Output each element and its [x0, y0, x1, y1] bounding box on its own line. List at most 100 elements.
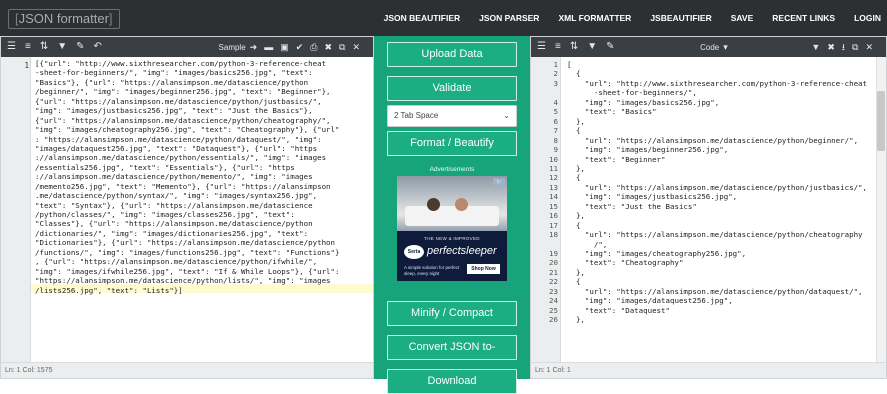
repair-icon[interactable]: ✎	[606, 37, 614, 57]
validate-button[interactable]: Validate	[387, 76, 517, 101]
code-text: },	[567, 211, 585, 221]
output-code-area[interactable]: 1[2 {3 "url": "http://www.sixthresearche…	[549, 57, 876, 362]
nav-jsbeautifier[interactable]: JSBEAUTIFIER	[650, 13, 711, 23]
code-text: "url": "https://alansimpson.me/datascien…	[567, 230, 863, 240]
save-file-icon[interactable]: ▣	[280, 37, 289, 57]
fullscreen-icon[interactable]: ✕	[352, 37, 360, 57]
collapse-lines-icon[interactable]: ≡	[25, 37, 31, 57]
line-number: 26	[549, 315, 558, 325]
print-icon[interactable]: ⎙	[310, 37, 317, 57]
clear-icon[interactable]: ✖	[324, 37, 332, 57]
code-text: "url": "https://alansimpson.me/datascien…	[567, 135, 859, 145]
expand-lines-icon[interactable]: ☰	[7, 37, 16, 57]
nav-json-beautifier[interactable]: JSON BEAUTIFIER	[384, 13, 461, 23]
code-line: , {"url": "https://alansimpson.me/datasc…	[35, 257, 318, 267]
sample-label[interactable]: Sample	[219, 43, 246, 52]
indent-select[interactable]: 2 Tab Space ⌄	[387, 105, 517, 127]
output-editor-toolbar: ☰ ≡ ⇅ ▼ ✎ Code ▾ ▼ ✖ ⭳ ⧉ ✕	[531, 37, 886, 57]
view-mode-select[interactable]: Code	[700, 43, 719, 52]
code-line: 2 {	[554, 69, 876, 79]
input-json-text[interactable]: [{"url": "http://www.sixthresearcher.com…	[35, 59, 371, 295]
nav-recent-links[interactable]: RECENT LINKS	[772, 13, 835, 23]
expand-lines-icon[interactable]: ☰	[537, 37, 546, 57]
ad-body-text: A simple solution for perfect sleep, eve…	[404, 265, 460, 276]
code-line: {"url": "https://alansimpson.me/datascie…	[35, 96, 322, 106]
upload-data-button[interactable]: Upload Data	[387, 42, 517, 67]
output-scrollbar-thumb[interactable]	[877, 91, 885, 151]
input-editor-panel: ☰ ≡ ⇅ ▼ ✎ ↶ Sample ➜ ▬ ▣ ✔ ⎙ ✖ ⧉ ✕ 1 [{"…	[0, 36, 374, 379]
code-line: "img": "images/ifwhile256.jpg", "text": …	[35, 266, 340, 276]
output-editor-panel: ☰ ≡ ⇅ ▼ ✎ Code ▾ ▼ ✖ ⭳ ⧉ ✕ 1[2 {3 "url":…	[530, 36, 887, 379]
ad-brand-name: perfectsleeper	[427, 245, 497, 257]
code-text: "text": "Basics"	[567, 107, 657, 117]
repair-icon[interactable]: ✎	[76, 37, 84, 57]
code-text: {	[567, 126, 581, 136]
ad-choices-icon[interactable]: ▷	[493, 178, 505, 186]
code-line: 12 {	[549, 173, 876, 182]
sample-arrow-icon[interactable]: ➜	[250, 37, 258, 57]
nav-save[interactable]: SAVE	[731, 13, 754, 23]
ad-headline: THE NEW & IMPROVED	[424, 236, 480, 241]
site-logo[interactable]: [JSON formatter]	[8, 9, 120, 29]
ad-shop-now-button[interactable]: Shop Now	[467, 264, 500, 274]
minify-compact-button[interactable]: Minify / Compact	[387, 301, 517, 326]
code-line: /functions/", "img": "images/functions25…	[35, 247, 340, 257]
chevron-down-icon[interactable]: ▾	[723, 37, 728, 57]
code-line: 11 },	[549, 163, 876, 173]
code-text: {	[567, 277, 581, 287]
output-scrollbar[interactable]	[876, 57, 886, 362]
code-line: 20 "text": "Cheatography"	[549, 258, 876, 267]
line-number: 24	[549, 296, 558, 306]
input-code-area[interactable]: [{"url": "http://www.sixthresearcher.com…	[31, 57, 373, 362]
filter-icon[interactable]: ▼	[57, 37, 67, 57]
line-number: 2	[553, 69, 558, 79]
sort-icon[interactable]: ⇅	[40, 37, 48, 57]
code-line: 13 "url": "https://alansimpson.me/datasc…	[549, 183, 876, 192]
sort-icon[interactable]: ⇅	[570, 37, 578, 57]
code-text: "img": "images/beginner256.jpg",	[567, 145, 729, 155]
code-text: {	[567, 69, 581, 79]
format-beautify-button[interactable]: Format / Beautify	[387, 131, 517, 156]
copy-icon[interactable]: ⧉	[852, 37, 858, 57]
code-text: "url": "http://www.sixthresearcher.com/p…	[567, 78, 868, 88]
advertisement-banner[interactable]: ▷ THE NEW & IMPROVED Serta perfectsleepe…	[397, 176, 507, 281]
line-number: 20	[549, 258, 558, 268]
ad-brand-logo: Serta	[404, 245, 424, 259]
convert-json-button[interactable]: Convert JSON to-	[387, 335, 517, 360]
code-line: 15 "text": "Just the Basics"	[549, 202, 876, 211]
code-text: "img": "images/justbasics256.jpg",	[567, 192, 738, 202]
undo-output-icon[interactable]: ▼	[811, 37, 820, 57]
filter-icon[interactable]: ▼	[587, 37, 597, 57]
download-icon[interactable]: ⭳	[842, 37, 845, 57]
nav-xml-formatter[interactable]: XML FORMATTER	[558, 13, 631, 23]
code-text: {	[567, 220, 581, 230]
top-navigation-bar: [JSON formatter] JSON BEAUTIFIER JSON PA…	[0, 0, 887, 36]
code-text: },	[567, 163, 585, 173]
fullscreen-icon[interactable]: ✕	[865, 37, 873, 57]
collapse-lines-icon[interactable]: ≡	[555, 37, 561, 57]
code-text: "text": "Beginner"	[567, 154, 666, 164]
input-editor-toolbar: ☰ ≡ ⇅ ▼ ✎ ↶ Sample ➜ ▬ ▣ ✔ ⎙ ✖ ⧉ ✕	[1, 37, 373, 57]
nav-login[interactable]: LOGIN	[854, 13, 881, 23]
line-number: 6	[553, 116, 558, 126]
clear-icon[interactable]: ✖	[827, 37, 835, 57]
validate-check-icon[interactable]: ✔	[296, 37, 304, 57]
code-line: /python/classes/", "img": "images/classe…	[35, 210, 295, 219]
code-text: [	[567, 60, 572, 69]
nav-json-parser[interactable]: JSON PARSER	[479, 13, 539, 23]
code-line: 18 "url": "https://alansimpson.me/datasc…	[549, 230, 876, 240]
code-line: : "https://alansimpson.me/datascience/py…	[35, 134, 322, 144]
code-text: },	[567, 116, 585, 126]
code-line: 14 "img": "images/justbasics256.jpg",	[549, 192, 876, 202]
code-line: ://alansimpson.me/datascience/python/mem…	[35, 172, 313, 182]
folder-icon[interactable]: ▬	[264, 37, 273, 57]
undo-icon[interactable]: ↶	[94, 37, 102, 57]
copy-icon[interactable]: ⧉	[339, 37, 345, 57]
code-line: -sheet-for-beginners/",	[561, 88, 876, 97]
download-button[interactable]: Download	[387, 369, 517, 394]
line-number: 3	[553, 78, 558, 88]
line-number: 17	[549, 220, 558, 230]
code-line: 5 "text": "Basics"	[554, 107, 876, 117]
code-line: 6 },	[554, 116, 876, 126]
line-number: 10	[549, 154, 558, 164]
